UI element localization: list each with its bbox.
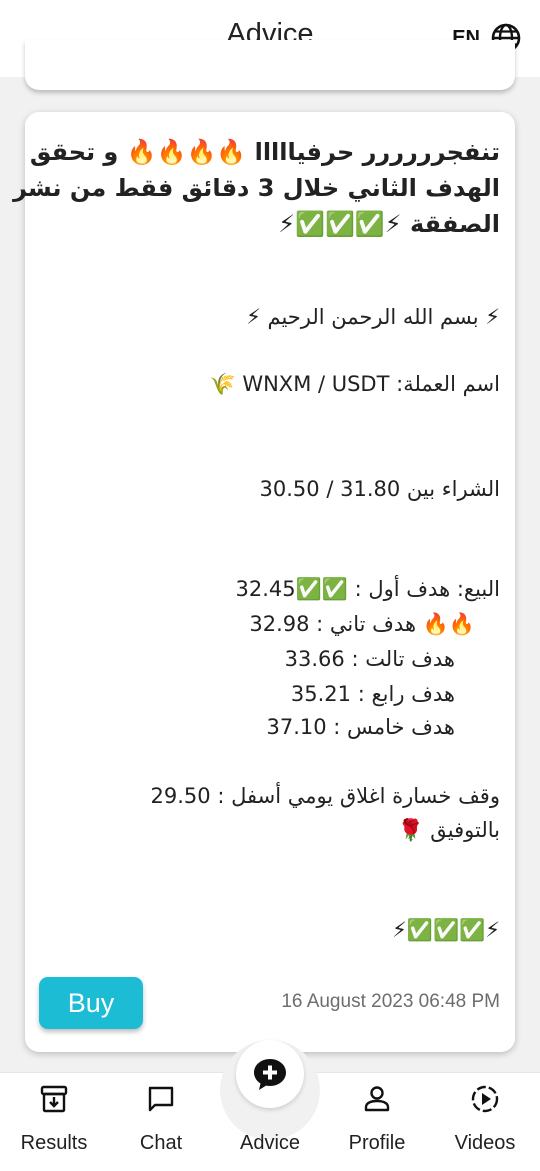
person-icon xyxy=(364,1086,390,1112)
stop-loss-line: وقف خسارة اغلاق يومي أسفل : 29.50 xyxy=(150,784,500,808)
nav-chat-label: Chat xyxy=(139,1132,183,1154)
sell-target-line: هدف تالت : 33.66 xyxy=(284,647,455,671)
nav-videos-label: Videos xyxy=(454,1132,516,1154)
advice-card: تنفجرررررر حرفيااااا 🔥🔥🔥🔥 و تحقق الهدف ا… xyxy=(13,112,515,1052)
good-luck-line: بالتوفيق 🌹 xyxy=(397,818,500,842)
nav-results[interactable]: Results xyxy=(4,1080,104,1164)
nav-videos[interactable]: Videos xyxy=(435,1080,535,1164)
advice-timestamp: 16 August 2023 06:48 PM xyxy=(281,991,500,1012)
sell-target-line: هدف خامس : 37.10 xyxy=(266,715,456,739)
coin-name-line: اسم العملة: WNXM / USDT 🌾 xyxy=(209,372,501,396)
nav-profile[interactable]: Profile xyxy=(327,1080,427,1164)
basmala-line: ⚡ بسم الله الرحمن الرحيم ⚡ xyxy=(246,305,500,329)
message-square-icon xyxy=(148,1086,174,1112)
headline-line: الهدف الثاني خلال 3 دقائق فقط من نشر xyxy=(13,174,500,202)
play-circle-icon xyxy=(471,1085,499,1113)
sell-target-line: 🔥🔥 هدف تاني : 32.98 xyxy=(249,612,475,636)
nav-advice-label: Advice xyxy=(239,1132,301,1154)
nav-profile-label: Profile xyxy=(348,1132,406,1154)
nav-chat[interactable]: Chat xyxy=(111,1080,211,1164)
headline-line: الصفقة ⚡✅✅✅⚡ xyxy=(278,210,500,238)
sell-target-line: هدف رابع : 35.21 xyxy=(290,682,455,706)
previous-advice-card xyxy=(25,40,515,90)
nav-results-label: Results xyxy=(20,1132,88,1154)
buy-button[interactable]: Buy xyxy=(39,977,143,1029)
advice-message: تنفجرررررر حرفيااااا 🔥🔥🔥🔥 و تحقق الهدف ا… xyxy=(13,112,515,1052)
archive-icon xyxy=(40,1085,68,1113)
headline-line: تنفجرررررر حرفيااااا 🔥🔥🔥🔥 و تحقق xyxy=(29,138,500,166)
buy-range-line: الشراء بين 31.80 / 30.50 xyxy=(259,477,500,501)
closing-line: ⚡✅✅✅⚡ xyxy=(392,918,500,942)
sell-target-line: البيع: هدف أول : ✅✅32.45 xyxy=(235,577,500,601)
nav-advice[interactable]: Advice xyxy=(220,1080,320,1164)
